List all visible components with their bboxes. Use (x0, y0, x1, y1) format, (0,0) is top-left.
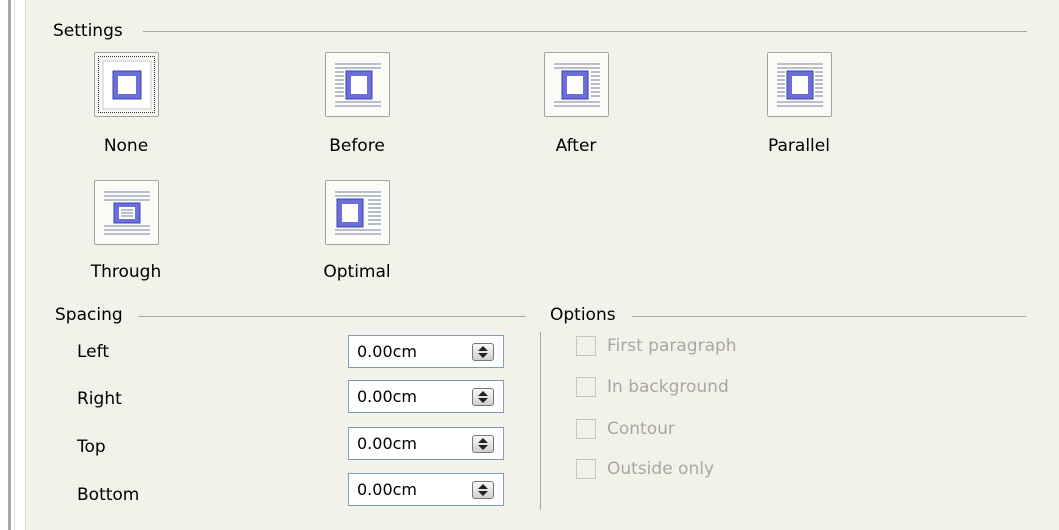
wrap-none-label: None (103, 136, 149, 156)
wrap-through-icon (104, 191, 150, 235)
wrap-parallel-button[interactable] (767, 52, 832, 117)
contour-label: Contour (607, 419, 675, 439)
top-value: 0.00cm (357, 434, 418, 453)
contour-checkbox[interactable] (576, 419, 596, 439)
first-paragraph-checkbox[interactable] (576, 336, 596, 356)
left-spin-field[interactable]: 0.00cm (348, 335, 504, 368)
wrap-after-label: After (555, 136, 597, 156)
wrap-through-label: Through (90, 262, 162, 282)
spacing-separator (138, 316, 526, 317)
wrap-through-button[interactable] (94, 180, 159, 245)
wrap-settings-panel: Settings None Before After Parallel Thro… (25, 0, 1059, 530)
outside-only-checkbox[interactable] (576, 459, 596, 479)
right-label: Right (77, 389, 122, 409)
settings-separator (143, 31, 1027, 32)
wrap-before-icon (335, 63, 381, 107)
first-paragraph-label: First paragraph (607, 336, 737, 356)
wrap-optimal-label: Optimal (323, 262, 391, 282)
spacing-section-title: Spacing (55, 305, 129, 325)
section-divider (540, 332, 541, 510)
window-frame-left (0, 0, 11, 530)
wrap-before-label: Before (329, 136, 385, 156)
settings-section-title: Settings (53, 21, 129, 41)
wrap-optimal-icon (335, 191, 381, 235)
top-spin-field[interactable]: 0.00cm (348, 427, 504, 460)
right-spin-field[interactable]: 0.00cm (348, 380, 504, 413)
wrap-none-icon (102, 60, 152, 110)
wrap-before-button[interactable] (325, 52, 390, 117)
options-section-title: Options (550, 305, 622, 325)
wrap-parallel-icon (777, 63, 823, 107)
in-background-label: In background (607, 377, 729, 397)
wrap-none-button[interactable] (94, 52, 159, 117)
options-separator (632, 316, 1026, 317)
window-frame-edge (14, 0, 15, 530)
top-spinner-icon[interactable] (472, 435, 494, 453)
left-value: 0.00cm (357, 342, 418, 361)
wrap-after-button[interactable] (544, 52, 609, 117)
left-label: Left (77, 342, 109, 362)
outside-only-label: Outside only (607, 459, 715, 479)
bottom-spin-field[interactable]: 0.00cm (348, 473, 504, 506)
top-label: Top (77, 437, 106, 457)
wrap-parallel-label: Parallel (768, 136, 830, 156)
left-spinner-icon[interactable] (472, 343, 494, 361)
wrap-optimal-button[interactable] (325, 180, 390, 245)
bottom-value: 0.00cm (357, 480, 418, 499)
right-spinner-icon[interactable] (472, 388, 494, 406)
bottom-label: Bottom (77, 485, 140, 505)
bottom-spinner-icon[interactable] (472, 481, 494, 499)
wrap-after-icon (554, 63, 600, 107)
in-background-checkbox[interactable] (576, 377, 596, 397)
right-value: 0.00cm (357, 387, 418, 406)
